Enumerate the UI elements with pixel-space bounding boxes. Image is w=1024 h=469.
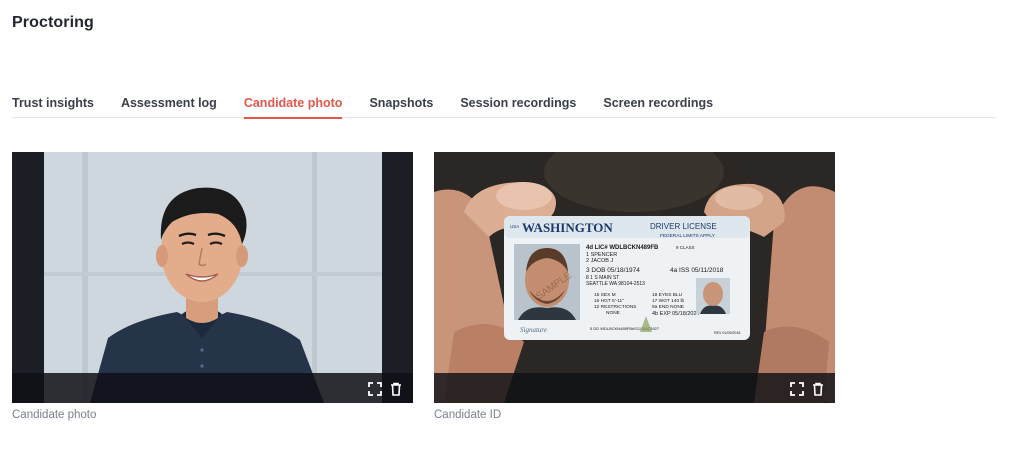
svg-text:12 RESTRICTIONS: 12 RESTRICTIONS (594, 304, 636, 310)
svg-text:18 EYES BLU: 18 EYES BLU (652, 292, 683, 298)
trash-icon[interactable] (388, 381, 404, 397)
expand-icon[interactable] (367, 381, 383, 397)
trash-icon[interactable] (810, 381, 826, 397)
tab-screen-recordings[interactable]: Screen recordings (603, 96, 713, 118)
tab-candidate-photo[interactable]: Candidate photo (243, 96, 342, 119)
svg-text:Signature: Signature (520, 326, 547, 334)
expand-icon[interactable] (789, 381, 805, 397)
card-caption: Candidate ID (434, 409, 502, 421)
svg-text:REV 01/09/2018: REV 01/09/2018 (714, 331, 740, 335)
candidate-photo-frame[interactable] (12, 152, 413, 403)
svg-text:4b EXP 05/18/2024: 4b EXP 05/18/2024 (652, 311, 700, 317)
page-title: Proctoring (12, 14, 94, 31)
svg-text:4d LIC# WDLBCKN489FB: 4d LIC# WDLBCKN489FB (586, 245, 659, 251)
svg-text:2 JACOB J: 2 JACOB J (586, 258, 613, 264)
tab-assessment-log[interactable]: Assessment log (121, 96, 217, 118)
tab-bar: Trust insights Assessment log Candidate … (12, 96, 996, 119)
svg-text:3 DOB 05/18/1974: 3 DOB 05/18/1974 (586, 267, 640, 274)
id-card-image: USA WASHINGTON DRIVER LICENSE FEDERAL LI… (434, 152, 835, 403)
tab-snapshots[interactable]: Snapshots (369, 96, 433, 118)
candidate-id-frame[interactable]: USA WASHINGTON DRIVER LICENSE FEDERAL LI… (434, 152, 835, 403)
svg-text:DRIVER LICENSE: DRIVER LICENSE (650, 222, 717, 231)
svg-text:17 WGT 140 lb: 17 WGT 140 lb (652, 298, 685, 304)
svg-text:NONE: NONE (606, 310, 620, 316)
svg-text:SEATTLE WA 98104-2513: SEATTLE WA 98104-2513 (586, 281, 645, 287)
svg-text:9a END NONE: 9a END NONE (652, 304, 684, 310)
svg-text:15 SEX M: 15 SEX M (594, 292, 616, 298)
svg-text:FEDERAL LIMITS APPLY: FEDERAL LIMITS APPLY (660, 233, 716, 239)
card-caption: Candidate photo (12, 409, 97, 421)
svg-text:16 HGT 5'-11": 16 HGT 5'-11" (594, 298, 624, 304)
svg-text:9 CLASS: 9 CLASS (676, 245, 695, 250)
candidate-portrait-image (12, 152, 413, 403)
tab-session-recordings[interactable]: Session recordings (460, 96, 576, 118)
svg-text:USA: USA (510, 224, 519, 229)
candidate-photo-card: Candidate photo (12, 152, 413, 421)
candidate-id-card: USA WASHINGTON DRIVER LICENSE FEDERAL LI… (434, 152, 835, 421)
svg-text:WASHINGTON: WASHINGTON (522, 220, 613, 235)
svg-text:4a ISS 05/11/2018: 4a ISS 05/11/2018 (670, 267, 724, 274)
tab-trust-insights[interactable]: Trust insights (12, 96, 94, 118)
